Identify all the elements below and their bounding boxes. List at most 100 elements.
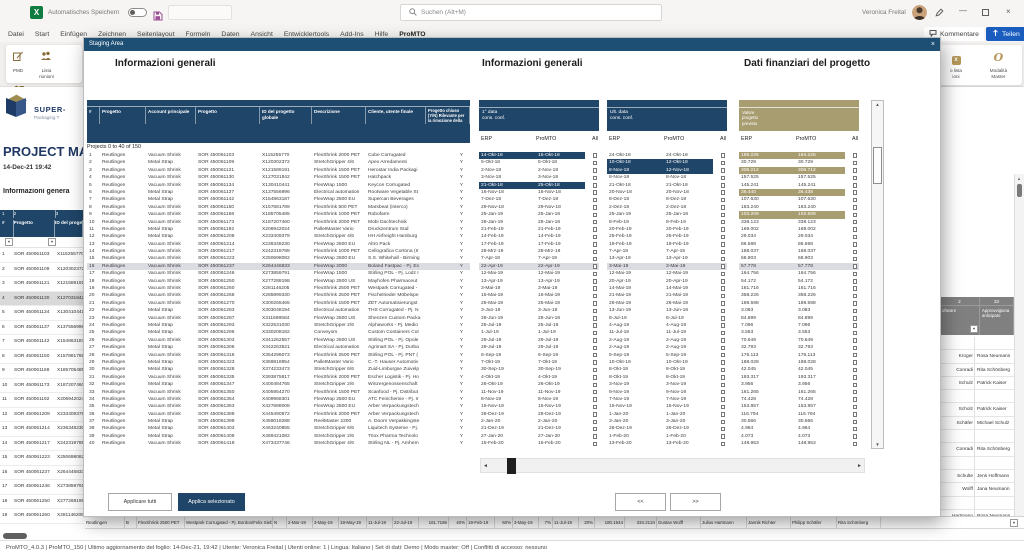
- project-row[interactable]: 29-Nov-1829-Nov-18: [479, 204, 599, 211]
- project-row[interactable]: 39ReutlingenMetal StrapSOR 450061409X469…: [87, 433, 470, 440]
- project-row[interactable]: 36ReutlingenVacuum ShrinkSOR 450061389X4…: [87, 411, 470, 418]
- project-row[interactable]: 1-Jul-191-Jul-19: [479, 329, 599, 336]
- project-row[interactable]: 14-Feb-1914-Feb-19: [479, 233, 599, 240]
- meeting-list-button[interactable]: Lista riunioni: [34, 45, 58, 79]
- project-row[interactable]: 10-Okt-1910-Okt-19: [607, 359, 727, 366]
- apply-row-checkbox[interactable]: [593, 309, 598, 314]
- apply-row-checkbox[interactable]: [853, 323, 858, 328]
- project-row[interactable]: 2ReutlingenMetal StrapSOR 450061109X1203…: [87, 159, 470, 166]
- project-row[interactable]: 2-Aug-192-Aug-19: [607, 344, 727, 351]
- project-row[interactable]: 7-Apr-197-Apr-19: [607, 248, 727, 255]
- project-row[interactable]: 9-Nov-199-Nov-19: [607, 389, 727, 396]
- apply-row-checkbox[interactable]: [853, 242, 858, 247]
- apply-row-checkbox[interactable]: [721, 242, 726, 247]
- project-row[interactable]: 36.44036.438: [739, 189, 859, 196]
- table-row[interactable]: 15SOR 450061223X250698082: [0, 451, 84, 466]
- project-row[interactable]: 7-Dez-187-Dez-18: [479, 196, 599, 203]
- project-row[interactable]: 1-Feb-201-Feb-20: [607, 433, 727, 440]
- apply-row-checkbox[interactable]: [721, 272, 726, 277]
- project-row[interactable]: 21-Mai-1921-Mai-19: [607, 292, 727, 299]
- apply-row-checkbox[interactable]: [853, 390, 858, 395]
- apply-row-checkbox[interactable]: [593, 190, 598, 195]
- project-row[interactable]: 176.113176.113: [739, 352, 859, 359]
- project-row[interactable]: 27-Jan-2027-Jan-20: [479, 433, 599, 440]
- project-row[interactable]: 32.79332.793: [739, 344, 859, 351]
- apply-row-checkbox[interactable]: [593, 168, 598, 173]
- apply-row-checkbox[interactable]: [593, 183, 598, 188]
- minimize-button[interactable]: —: [959, 6, 967, 16]
- table-row[interactable]: 3SOR 450061121X121589191: [0, 277, 84, 292]
- project-row[interactable]: 74.42874.428: [739, 396, 859, 403]
- project-row[interactable]: 19ReutlingenVacuum ShrinkSOR 450061260X2…: [87, 285, 470, 292]
- apply-row-checkbox[interactable]: [853, 294, 858, 299]
- project-row[interactable]: 15-Nov-1915-Nov-19: [479, 403, 599, 410]
- menu-tab[interactable]: Zeichnen: [98, 31, 126, 38]
- project-row[interactable]: 28-Dez-1928-Dez-19: [479, 411, 599, 418]
- apply-row-checkbox[interactable]: [853, 434, 858, 439]
- project-row[interactable]: 30.56630.566: [739, 418, 859, 425]
- apply-row-checkbox[interactable]: [593, 397, 598, 402]
- next-page-button[interactable]: >>: [670, 493, 721, 511]
- project-row[interactable]: 8-Nov-1812-Nov-18: [607, 167, 727, 174]
- apply-row-checkbox[interactable]: [853, 405, 858, 410]
- project-row[interactable]: 31ReutlingenVacuum ShrinkSOR 450061335X3…: [87, 374, 470, 381]
- excel-app-icon[interactable]: X: [30, 6, 43, 19]
- project-row[interactable]: 8-Feb-198-Feb-19: [607, 219, 727, 226]
- project-row[interactable]: 26-Mai-1926-Mai-19: [607, 300, 727, 307]
- project-row[interactable]: 8-Okt-198-Okt-19: [607, 366, 727, 373]
- hscrollbar-thumb[interactable]: [507, 458, 516, 474]
- menu-tab[interactable]: Hilfe: [375, 31, 389, 38]
- apply-row-checkbox[interactable]: [721, 412, 726, 417]
- project-row[interactable]: 20-Apr-1920-Apr-19: [607, 278, 727, 285]
- apply-row-checkbox[interactable]: [593, 346, 598, 351]
- project-row[interactable]: 1ReutlingenVacuum ShrinkSOR 450061103X11…: [87, 152, 470, 159]
- apply-row-checkbox[interactable]: [853, 397, 858, 402]
- project-row[interactable]: 188.225184.225: [739, 152, 859, 159]
- project-row[interactable]: 25-Jul-1925-Jul-19: [479, 322, 599, 329]
- project-row[interactable]: 12-Mai-1912-Mai-19: [607, 270, 727, 277]
- menu-tab[interactable]: Formeln: [185, 31, 210, 38]
- table-row[interactable]: 18SOR 450061250X277268198: [0, 495, 84, 510]
- apply-row-checkbox[interactable]: [593, 227, 598, 232]
- project-row[interactable]: 3.9563.956: [739, 381, 859, 388]
- apply-row-checkbox[interactable]: [721, 161, 726, 166]
- project-row[interactable]: 37ReutlingenMetal StrapSOR 450061399X459…: [87, 418, 470, 425]
- apply-row-checkbox[interactable]: [853, 227, 858, 232]
- menu-tab[interactable]: Ansicht: [251, 31, 273, 38]
- restore-button[interactable]: [982, 9, 989, 16]
- project-row[interactable]: 33ReutlingenVacuum ShrinkSOR 450061350X4…: [87, 389, 470, 396]
- project-row[interactable]: 38ReutlingenMetal StrapSOR 450061403X463…: [87, 425, 470, 432]
- dialog-hscrollbar[interactable]: ◄ ►: [480, 458, 865, 473]
- apply-row-checkbox[interactable]: [721, 176, 726, 181]
- project-row[interactable]: 7-Apr-197-Apr-19: [479, 255, 599, 262]
- apply-row-checkbox[interactable]: [721, 190, 726, 195]
- project-row[interactable]: 15-Feb-2015-Feb-20: [479, 440, 599, 447]
- apply-row-checkbox[interactable]: [721, 383, 726, 388]
- apply-row-checkbox[interactable]: [593, 257, 598, 262]
- project-row[interactable]: 14-Okt-1815-Okt-18: [479, 152, 599, 159]
- project-row[interactable]: 29.03429.034: [739, 233, 859, 240]
- project-row[interactable]: 7-Nov-197-Nov-19: [607, 396, 727, 403]
- apply-row-checkbox[interactable]: [721, 309, 726, 314]
- project-row[interactable]: 57.77857.778: [739, 263, 859, 270]
- apply-row-checkbox[interactable]: [593, 405, 598, 410]
- apply-row-checkbox[interactable]: [593, 279, 598, 284]
- apply-row-checkbox[interactable]: [853, 250, 858, 255]
- table-row[interactable]: 16SOR 450061237X264446833: [0, 466, 84, 481]
- project-row[interactable]: 8-Dez-188-Dez-18: [607, 196, 727, 203]
- avatar[interactable]: [912, 5, 927, 20]
- table-row[interactable]: 5SOR 450061134X130410441: [0, 306, 84, 321]
- apply-row-checkbox[interactable]: [721, 338, 726, 343]
- menu-tab[interactable]: Add-Ins: [340, 31, 363, 38]
- table-row[interactable]: 10SOR 450061173X187207460: [0, 379, 84, 394]
- project-row[interactable]: 13-Jun-1913-Jun-19: [607, 307, 727, 314]
- table-row[interactable]: 17SOR 450061246X273859791: [0, 480, 84, 495]
- apply-row-checkbox[interactable]: [593, 301, 598, 306]
- apply-row-checkbox[interactable]: [853, 442, 858, 447]
- project-row[interactable]: 183.240183.240: [739, 204, 859, 211]
- table-row[interactable]: 8SOR 450061150X157881769: [0, 350, 84, 365]
- apply-row-checkbox[interactable]: [853, 176, 858, 181]
- project-row[interactable]: 193.317193.317: [739, 374, 859, 381]
- project-row[interactable]: 9ReutlingenVacuum ShrinkSOR 450061168X18…: [87, 211, 470, 218]
- apply-row-checkbox[interactable]: [721, 250, 726, 255]
